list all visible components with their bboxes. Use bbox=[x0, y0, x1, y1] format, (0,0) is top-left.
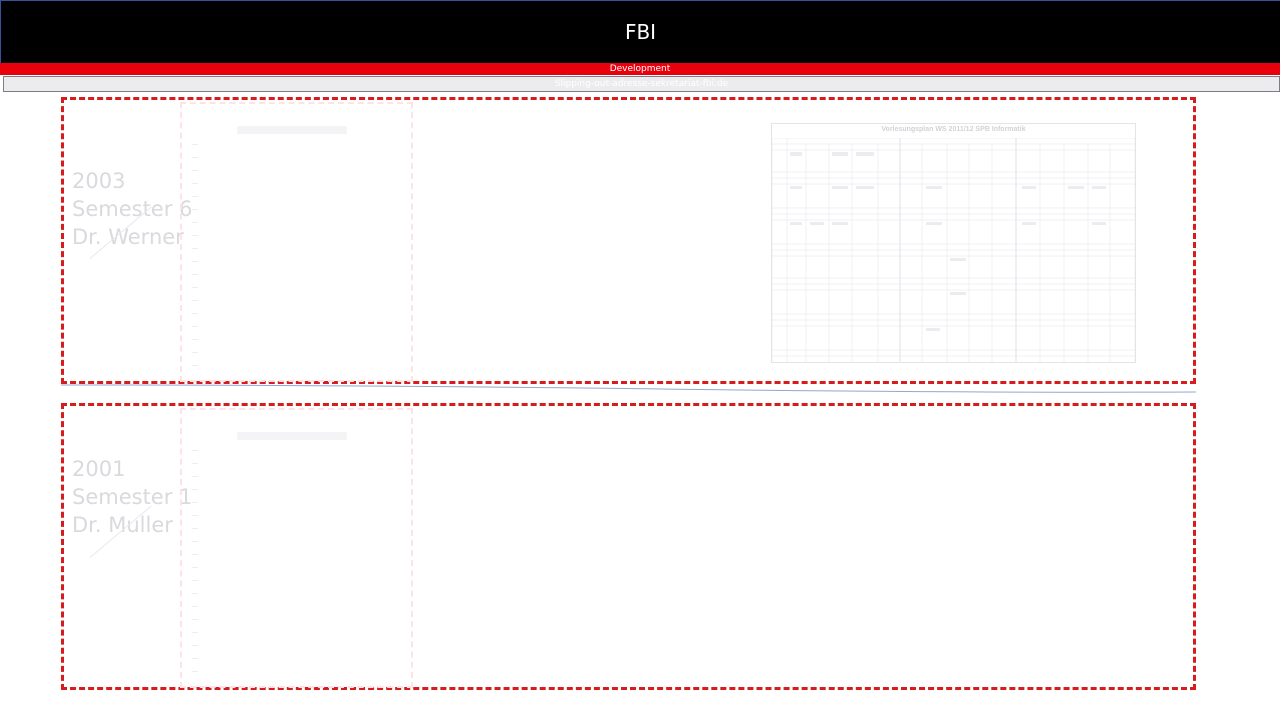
faded-tick bbox=[192, 352, 198, 353]
course-meta: 2003 Semester 6 Dr. Werner bbox=[72, 167, 192, 251]
schedule-thumbnail[interactable]: Vorlesungsplan WS 2011/12 SPB Informatik bbox=[771, 123, 1136, 363]
faded-tick bbox=[192, 170, 198, 171]
faded-tick bbox=[192, 144, 198, 145]
faded-tick bbox=[192, 554, 198, 555]
app-title-bar: FBI bbox=[0, 0, 1280, 63]
faded-tick bbox=[192, 658, 198, 659]
course-lecturer: Dr. Muller bbox=[72, 513, 173, 537]
faded-tick bbox=[192, 567, 198, 568]
faded-tick bbox=[192, 671, 198, 672]
course-year: 2003 bbox=[72, 169, 126, 193]
course-card[interactable]: 2001 Semester 1 Dr. Muller bbox=[61, 403, 1196, 690]
faded-tick bbox=[192, 489, 198, 490]
schedule-grid bbox=[772, 138, 1135, 363]
faded-tick bbox=[192, 502, 198, 503]
environment-label: Development bbox=[609, 64, 671, 74]
faded-tick bbox=[192, 235, 198, 236]
faded-panel bbox=[180, 102, 413, 382]
faded-tick bbox=[192, 463, 198, 464]
faded-tick bbox=[192, 274, 198, 275]
faded-tick bbox=[192, 183, 198, 184]
faded-panel-header bbox=[237, 126, 347, 134]
faded-tick bbox=[192, 632, 198, 633]
faded-tick bbox=[192, 326, 198, 327]
faded-tick bbox=[192, 300, 198, 301]
faded-tick bbox=[192, 528, 198, 529]
course-lecturer: Dr. Werner bbox=[72, 225, 184, 249]
faded-tick bbox=[192, 287, 198, 288]
faded-tick bbox=[192, 222, 198, 223]
faded-tick bbox=[192, 645, 198, 646]
faded-tick bbox=[192, 593, 198, 594]
faded-tick bbox=[192, 248, 198, 249]
course-card[interactable]: 2003 Semester 6 Dr. Werner Vorlesungspla… bbox=[61, 97, 1196, 384]
faded-tick bbox=[192, 313, 198, 314]
course-semester: Semester 1 bbox=[72, 485, 193, 509]
faded-tick bbox=[192, 209, 198, 210]
faded-tick bbox=[192, 450, 198, 451]
course-year: 2001 bbox=[72, 457, 126, 481]
faded-tick bbox=[192, 365, 198, 366]
faded-tick bbox=[192, 606, 198, 607]
faded-tick bbox=[192, 339, 198, 340]
faded-tick bbox=[192, 196, 198, 197]
faded-tick bbox=[192, 261, 198, 262]
address-bar[interactable]: Slipping-out-adresse-sekretariat-fbi.de bbox=[3, 76, 1280, 92]
faded-panel-header bbox=[237, 432, 347, 440]
faded-tick bbox=[192, 541, 198, 542]
faded-tick bbox=[192, 619, 198, 620]
course-semester: Semester 6 bbox=[72, 197, 193, 221]
section-divider bbox=[61, 384, 1196, 393]
course-meta: 2001 Semester 1 Dr. Muller bbox=[72, 455, 192, 539]
environment-banner: Development bbox=[0, 63, 1280, 75]
address-text: Slipping-out-adresse-sekretariat-fbi.de bbox=[554, 79, 729, 89]
faded-panel bbox=[180, 408, 413, 688]
faded-tick bbox=[192, 515, 198, 516]
faded-tick bbox=[192, 157, 198, 158]
faded-tick bbox=[192, 580, 198, 581]
faded-tick bbox=[192, 476, 198, 477]
app-title: FBI bbox=[624, 20, 657, 44]
schedule-title: Vorlesungsplan WS 2011/12 SPB Informatik bbox=[881, 126, 1026, 133]
